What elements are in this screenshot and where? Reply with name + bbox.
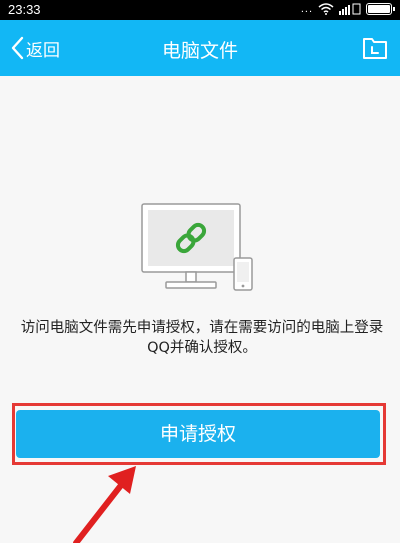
page-title: 电脑文件 bbox=[161, 40, 238, 62]
status-bar: 23:33 ... bbox=[0, 0, 400, 20]
wifi-icon bbox=[318, 3, 334, 15]
notification-dots: ... bbox=[300, 3, 313, 15]
status-icons: ... bbox=[300, 3, 395, 15]
computer-phone-illustration bbox=[141, 203, 253, 291]
status-time: 23:33 bbox=[8, 2, 41, 17]
folder-icon[interactable] bbox=[362, 36, 388, 60]
request-authorization-button[interactable]: 申请授权 bbox=[16, 410, 380, 458]
pointer-arrow-icon bbox=[73, 466, 136, 543]
signal-icon bbox=[339, 3, 361, 15]
nav-bar: 返回 电脑文件 bbox=[0, 20, 400, 76]
battery-icon bbox=[366, 3, 395, 15]
authorization-message: 访问电脑文件需先申请授权，请在需要访问的电脑上登录QQ并确认授权。 bbox=[20, 320, 384, 356]
